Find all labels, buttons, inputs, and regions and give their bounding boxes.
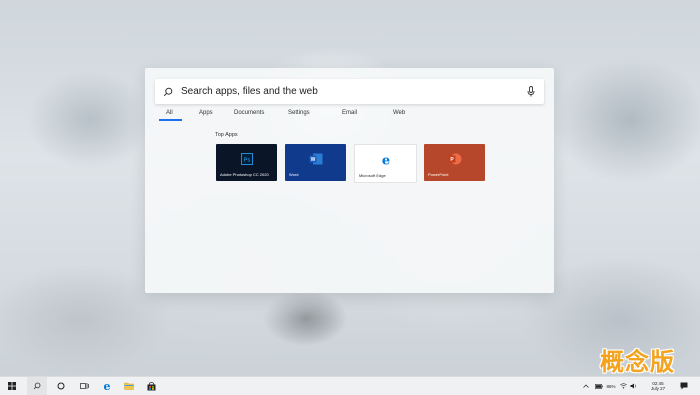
microphone-icon[interactable] [518,86,544,97]
app-label: Word [289,172,299,177]
cortana-icon [57,382,65,390]
app-label: Adobe Photoshop CC 2020 [220,172,269,177]
word-icon: W [309,152,323,170]
volume-control[interactable] [629,377,638,395]
taskbar-app-file-explorer[interactable] [121,377,137,395]
taskbar-app-edge[interactable]: e [99,377,115,395]
search-input[interactable]: Search apps, files and the web [181,86,518,97]
app-tile-edge[interactable]: e Microsoft Edge [354,144,417,183]
search-box[interactable]: Search apps, files and the web [155,79,544,104]
notification-icon [680,382,688,390]
svg-text:Ps: Ps [243,157,250,163]
store-icon [147,381,155,390]
battery-percent: 86% [606,383,616,389]
wifi-icon [620,383,627,389]
app-label: Microsoft Edge [359,173,386,178]
watermark-text: 概念版 [600,348,675,376]
svg-text:e: e [381,154,389,166]
app-tile-word[interactable]: W Word [285,144,346,181]
edge-icon: e [104,381,111,391]
section-title: Top Apps [215,132,238,138]
clock-date: July 27 [650,386,666,391]
app-tile-powerpoint[interactable]: P PowerPoint [424,144,485,181]
speaker-icon [630,383,636,389]
folder-icon [124,382,134,390]
tab-settings[interactable]: Settings [288,110,310,116]
battery-icon [595,383,603,389]
svg-text:W: W [310,157,315,163]
edge-icon: e [380,153,392,171]
taskbar-app-store[interactable] [143,377,159,395]
search-icon [155,87,181,97]
show-hidden-icons-button[interactable] [581,377,591,395]
start-button[interactable] [4,377,20,395]
photoshop-icon: Ps [240,152,253,170]
tab-web[interactable]: Web [393,110,405,116]
task-view-icon [79,383,89,389]
wifi-status[interactable] [619,377,628,395]
app-tile-photoshop[interactable]: Ps Adobe Photoshop CC 2020 [216,144,277,181]
powerpoint-icon: P [448,152,462,170]
search-icon [33,382,41,390]
clock[interactable]: 02:45 July 27 [645,377,671,395]
task-view-button-2[interactable] [76,377,92,395]
search-panel: Search apps, files and the web All Apps … [145,68,554,293]
tab-all[interactable]: All [159,110,181,121]
taskbar-search-button[interactable] [27,377,47,395]
svg-text:e: e [104,381,111,391]
tab-apps[interactable]: Apps [199,110,213,116]
windows-icon [8,382,16,390]
app-label: PowerPoint [428,172,449,177]
tab-documents[interactable]: Documents [234,110,264,116]
tab-email[interactable]: Email [342,110,357,116]
taskbar: e 86% 02:45 July 27 [0,376,700,395]
action-center-button[interactable] [677,377,691,395]
battery-status[interactable] [594,377,604,395]
chevron-up-icon [583,384,589,388]
task-view-button[interactable] [53,377,69,395]
